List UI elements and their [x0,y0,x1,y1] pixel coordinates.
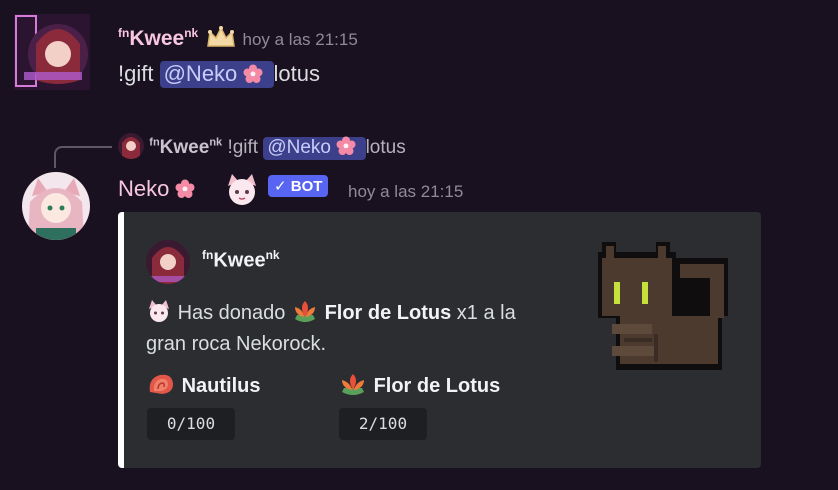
message-content: !gift @Neko lotus [118,61,321,88]
embed-author[interactable]: fnKweenk [202,248,280,273]
field-lotus: Flor de Lotus [338,372,500,398]
field-value: 2/100 [339,408,427,440]
reply-preview[interactable]: fnKweenk !gift @Neko lotus [118,133,406,160]
embed-description: Has donado Flor de Lotus x1 a la gran ro… [146,298,576,360]
neko-face-icon [224,172,260,206]
field-nautilus: Nautilus [146,372,260,398]
check-icon: ✓ [274,178,287,195]
nautilus-icon [146,372,176,396]
crown-icon [204,24,238,50]
user-mention[interactable]: @Neko [159,61,274,88]
cherry-blossom-icon [243,64,263,84]
reply-mention[interactable]: @Neko [263,136,366,160]
reply-avatar [118,133,144,159]
reply-spine [54,146,112,168]
neko-face-icon [146,299,172,323]
reply-author[interactable]: fnKweenk [149,137,227,158]
bot-author-line: Neko [118,176,195,202]
embed-author-avatar [146,240,190,284]
field-value: 0/100 [147,408,235,440]
embed: fnKweenk Has donado Flor de Lotus x1 a l… [118,212,761,468]
lotus-icon [291,299,319,323]
message-1: fnKweenk hoy a las 21:15 !gift @Neko lot… [0,0,838,100]
field-name: Nautilus [181,375,261,397]
user-avatar[interactable] [14,14,90,90]
timestamp: hoy a las 21:15 [242,30,358,49]
bot-badge: ✓ BOT [268,175,329,197]
bot-avatar[interactable] [22,172,90,240]
lotus-icon [338,372,368,396]
author-name[interactable]: fnKweenk [118,26,204,50]
cherry-blossom-icon [175,179,195,199]
author-line: fnKweenk hoy a las 21:15 [118,24,358,51]
cherry-blossom-icon [336,136,356,156]
field-name: Flor de Lotus [373,375,501,397]
bot-name[interactable]: Neko [118,176,175,201]
cat-thumbnail[interactable] [594,238,738,370]
bot-timestamp: hoy a las 21:15 [348,182,464,201]
